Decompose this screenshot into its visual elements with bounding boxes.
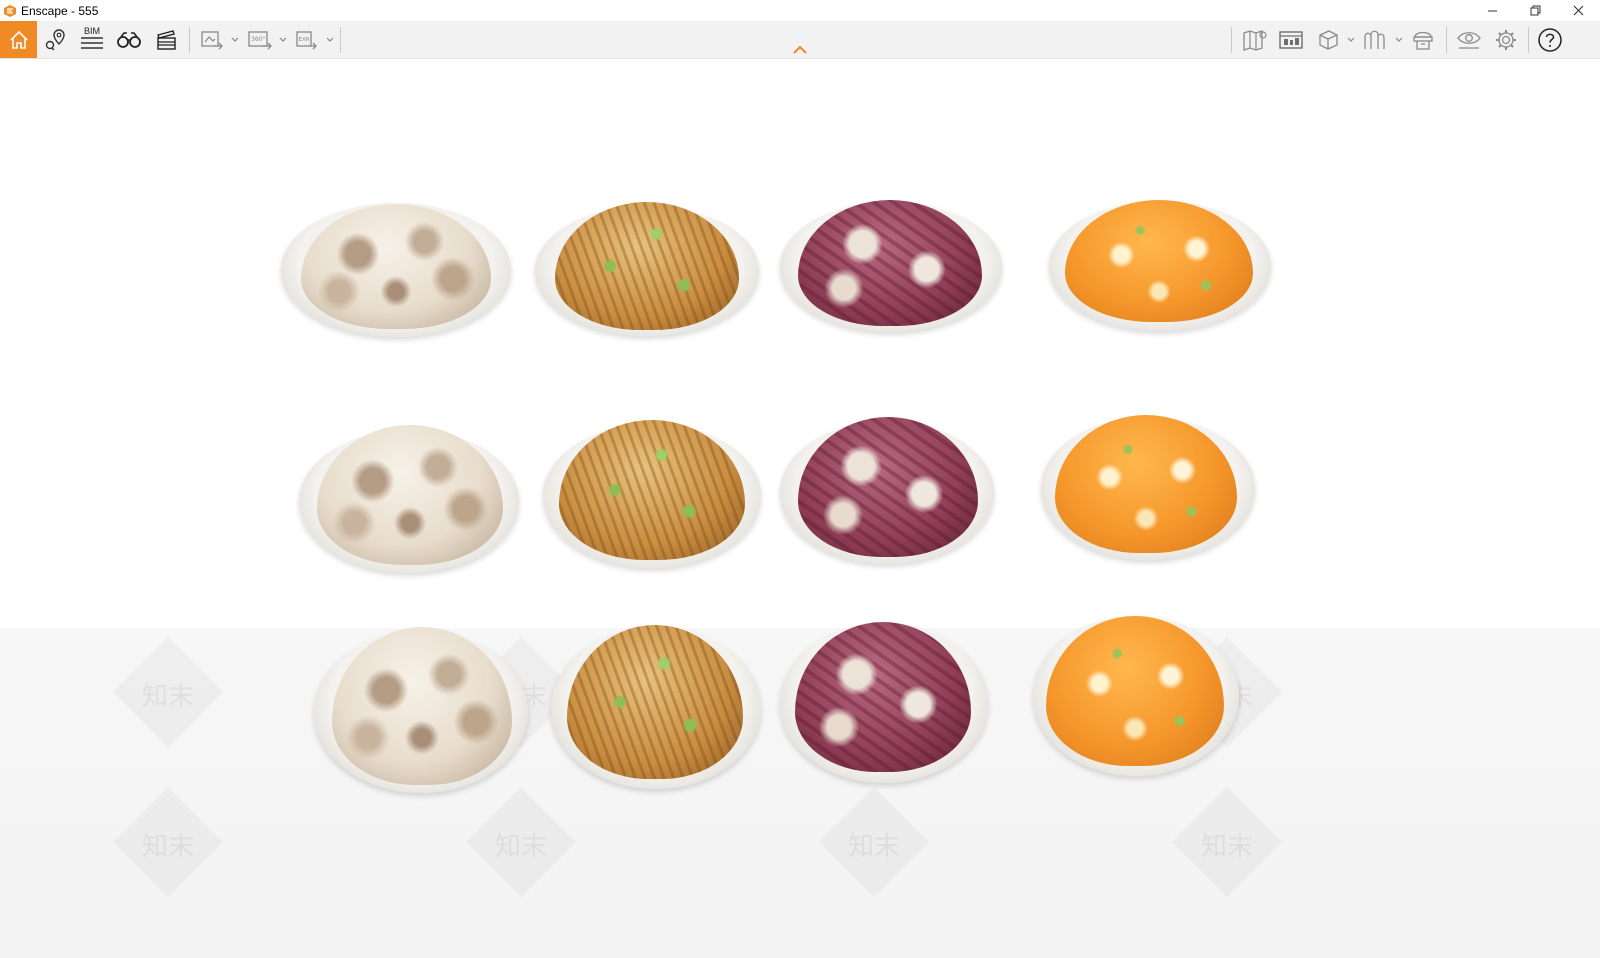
watermark-text: 知末 xyxy=(847,832,900,862)
site-context-button[interactable] xyxy=(1276,21,1306,58)
bim-label: BIM xyxy=(83,26,100,36)
enscape-logo-icon xyxy=(4,4,16,17)
bim-button[interactable]: BIM xyxy=(77,21,107,58)
dish-orange-curry xyxy=(1041,413,1255,563)
binoculars-icon xyxy=(117,31,141,48)
panorama-export-button[interactable]: 360° xyxy=(245,21,275,58)
asset-library-button[interactable] xyxy=(1408,21,1438,58)
restore-button[interactable] xyxy=(1514,0,1557,21)
toolbar-separator xyxy=(1231,27,1232,53)
chevron-down-icon[interactable] xyxy=(231,37,239,43)
dish-meat-slices xyxy=(780,620,988,785)
dish-fried-rice xyxy=(535,200,759,340)
binoculars-button[interactable] xyxy=(114,21,144,58)
dish-white-noodles xyxy=(281,201,511,341)
window-title: Enscape - 555 xyxy=(21,3,99,18)
minimize-icon xyxy=(1488,10,1497,12)
close-button[interactable] xyxy=(1557,0,1600,21)
video-editor-button[interactable] xyxy=(151,21,181,58)
exr-export-icon: EXR xyxy=(296,30,317,49)
visual-settings-icon xyxy=(1457,31,1481,49)
clapperboard-icon xyxy=(157,29,176,50)
cube-view-icon xyxy=(1319,29,1338,50)
chevron-down-icon[interactable] xyxy=(279,37,287,43)
close-icon xyxy=(1573,5,1584,16)
minimize-button[interactable] xyxy=(1471,0,1514,21)
location-pin-icon xyxy=(45,28,65,50)
toolbar-separator xyxy=(1528,27,1529,53)
screenshot-export-icon xyxy=(201,30,223,49)
exr-label: EXR xyxy=(299,37,310,43)
map-icon xyxy=(1243,29,1267,51)
collapse-toolbar-chevron-icon[interactable] xyxy=(792,45,808,54)
toolbar-separator xyxy=(189,27,190,53)
watermark-text: 知末 xyxy=(141,832,194,862)
bim-list-icon xyxy=(81,37,103,49)
main-toolbar: BIM 360° EXR xyxy=(0,21,1600,59)
chevron-down-icon[interactable] xyxy=(1347,37,1355,43)
dish-orange-curry xyxy=(1049,198,1271,333)
home-button[interactable] xyxy=(0,21,37,58)
home-icon xyxy=(9,30,28,49)
render-viewport[interactable]: 知末 知末 知末 知末 知末 知末 知末 xyxy=(0,58,1600,958)
watermark-text: 知末 xyxy=(141,682,194,712)
toolbar-separator xyxy=(1446,27,1447,53)
asset-library-icon xyxy=(1413,31,1433,50)
exr-export-button[interactable]: EXR xyxy=(293,21,321,58)
dish-fried-rice xyxy=(543,418,761,570)
settings-gear-icon xyxy=(1496,29,1516,50)
watermark-text: 知末 xyxy=(1200,832,1253,862)
dish-meat-slices xyxy=(780,415,994,567)
restore-icon xyxy=(1530,5,1541,16)
title-bar: Enscape - 555 xyxy=(0,0,1600,21)
settings-button[interactable] xyxy=(1491,21,1521,58)
chevron-down-icon[interactable] xyxy=(1395,37,1403,43)
atmosphere-button[interactable] xyxy=(1360,21,1390,58)
watermark-text: 知末 xyxy=(494,832,547,862)
dish-orange-curry xyxy=(1033,613,1241,778)
atmosphere-icon xyxy=(1364,30,1385,49)
dish-white-noodles xyxy=(299,420,519,575)
location-button[interactable] xyxy=(40,21,72,58)
visual-settings-button[interactable] xyxy=(1453,21,1485,58)
dish-white-noodles xyxy=(314,625,528,795)
cube-view-button[interactable] xyxy=(1313,21,1343,58)
dish-fried-rice xyxy=(551,623,761,791)
map-button[interactable] xyxy=(1240,21,1270,58)
pano-label: 360° xyxy=(251,36,265,43)
help-icon xyxy=(1538,27,1562,52)
toolbar-separator xyxy=(340,27,341,53)
screenshot-export-button[interactable] xyxy=(198,21,226,58)
dish-meat-slices xyxy=(780,198,1002,338)
help-button[interactable] xyxy=(1535,21,1565,58)
panorama-360-export-icon: 360° xyxy=(248,30,272,49)
chevron-down-icon[interactable] xyxy=(326,37,334,43)
site-context-icon xyxy=(1279,30,1303,49)
